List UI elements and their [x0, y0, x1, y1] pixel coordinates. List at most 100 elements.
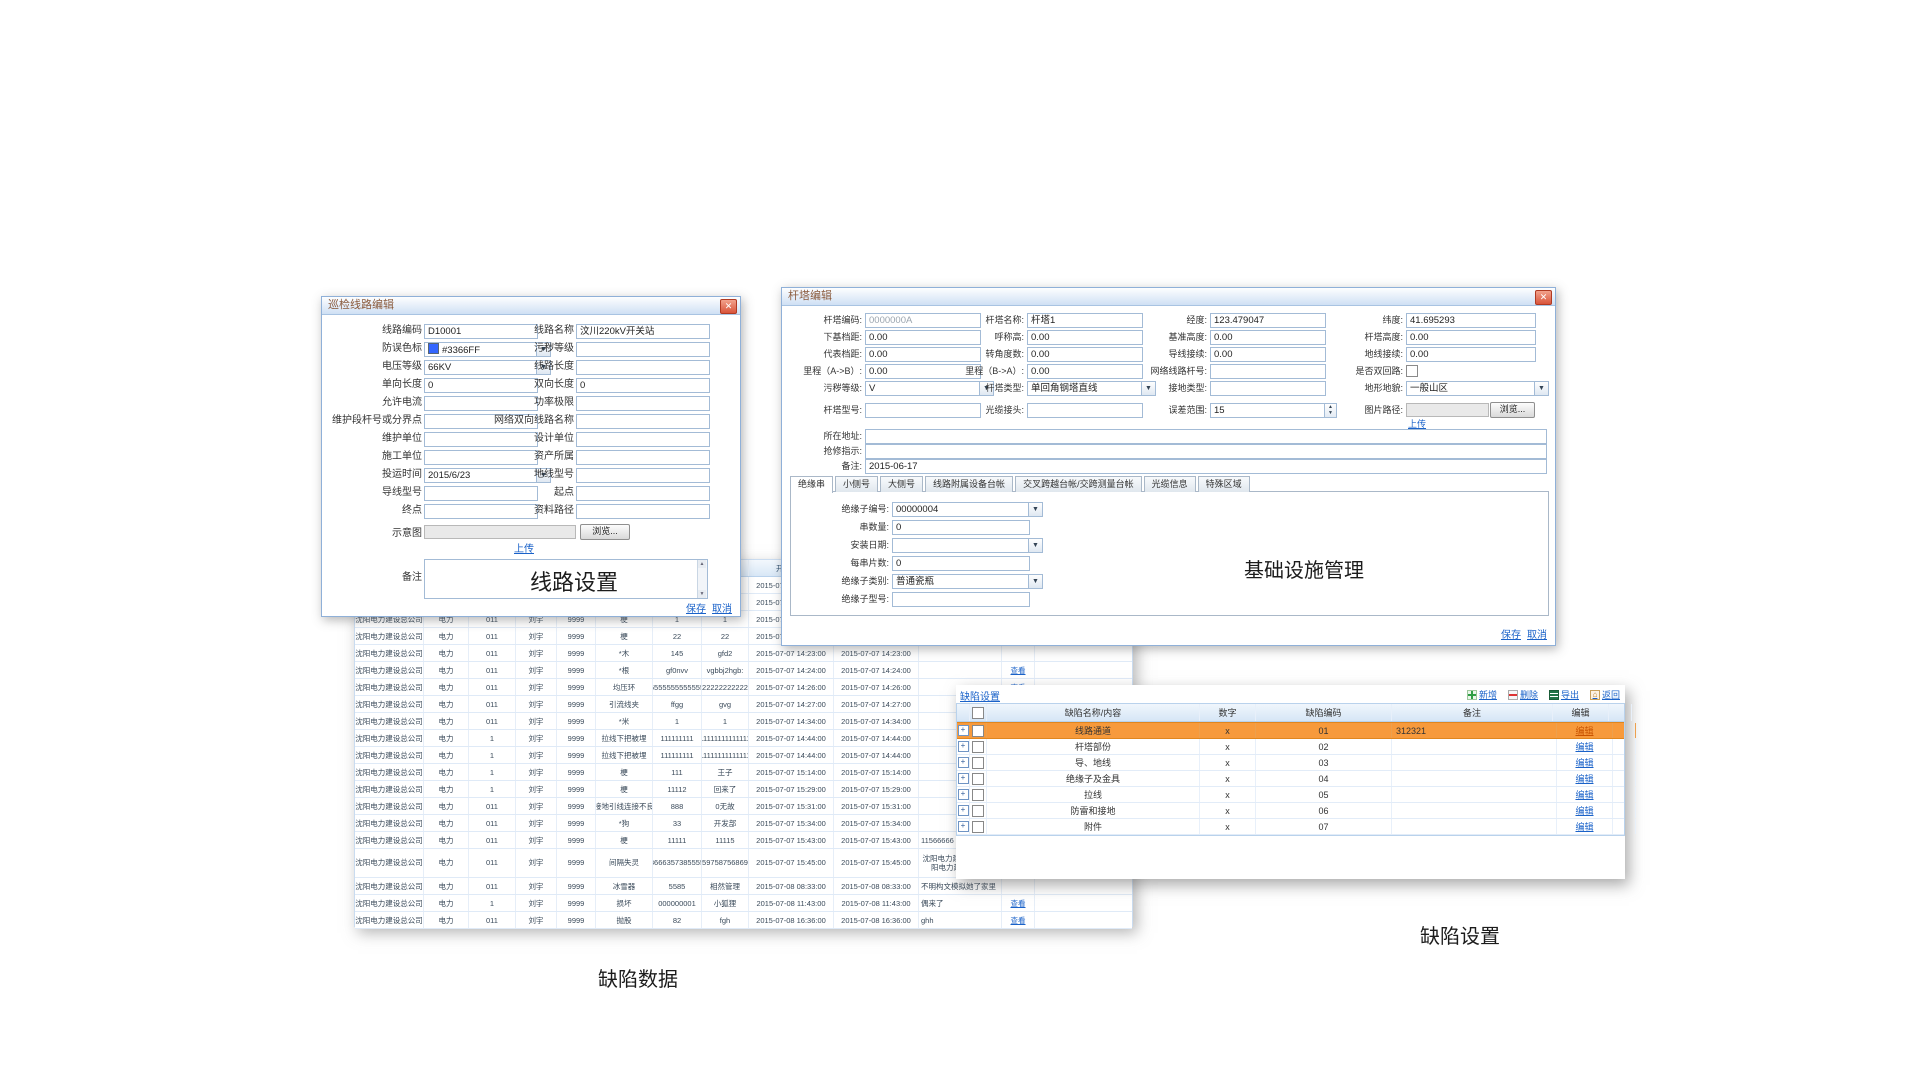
edit-link[interactable]: 编辑: [1575, 788, 1593, 801]
row-checkbox[interactable]: [972, 757, 984, 769]
toolbar-back-button[interactable]: ⌂返回: [1590, 688, 1620, 701]
edit-link[interactable]: 编辑: [1575, 804, 1593, 817]
upload-link[interactable]: 上传: [514, 540, 534, 555]
defect-row[interactable]: +导、地线x03编辑: [957, 755, 1624, 771]
form-field-input[interactable]: [1210, 381, 1326, 396]
defect-code-cell: 06: [1256, 803, 1392, 818]
edit-link[interactable]: 编辑: [1575, 772, 1593, 785]
save-button[interactable]: 保存: [686, 600, 706, 615]
browse-button[interactable]: 浏览...: [580, 524, 630, 540]
form-field-input[interactable]: 0: [892, 520, 1030, 535]
form-field-input[interactable]: [576, 360, 710, 375]
tab-7[interactable]: 特殊区域: [1198, 476, 1250, 492]
toolbar-delete-button[interactable]: 删除: [1508, 688, 1538, 701]
form-field-input[interactable]: 0.00: [1406, 347, 1536, 362]
form-field-value: 0.00: [1031, 332, 1050, 343]
tab-1[interactable]: 绝缘串: [790, 476, 833, 493]
row-checkbox[interactable]: [972, 725, 984, 737]
form-field-input[interactable]: [576, 414, 710, 429]
cancel-button[interactable]: 取消: [712, 600, 732, 615]
column-header: 编辑: [1553, 704, 1609, 721]
close-icon[interactable]: ✕: [720, 299, 737, 314]
expand-icon[interactable]: +: [958, 757, 969, 768]
row-checkbox[interactable]: [972, 805, 984, 817]
expand-icon[interactable]: +: [958, 725, 969, 736]
tab-6[interactable]: 光缆信息: [1144, 476, 1196, 492]
form-field-input[interactable]: [576, 468, 710, 483]
tab-5[interactable]: 交叉跨越台帐/交跨测量台帐: [1015, 476, 1142, 492]
close-icon[interactable]: ✕: [1535, 290, 1552, 305]
toolbar-add-button[interactable]: 新增: [1467, 688, 1497, 701]
defect-row[interactable]: +附件x07编辑: [957, 819, 1624, 835]
tab-4[interactable]: 线路附属设备台帐: [925, 476, 1013, 492]
expand-icon[interactable]: +: [958, 821, 969, 832]
browse-button[interactable]: 浏览...: [1490, 402, 1535, 418]
expand-icon[interactable]: +: [958, 773, 969, 784]
chevron-down-icon[interactable]: ▼: [1534, 382, 1548, 395]
row-checkbox[interactable]: [972, 773, 984, 785]
defect-row[interactable]: +绝缘子及金具x04编辑: [957, 771, 1624, 787]
chevron-down-icon[interactable]: ▼: [1028, 503, 1042, 516]
form-field-input[interactable]: [576, 504, 710, 519]
expand-icon[interactable]: +: [958, 805, 969, 816]
form-field-input[interactable]: 41.695293: [1406, 313, 1536, 328]
chevron-down-icon[interactable]: ▼: [1028, 575, 1042, 588]
form-field-select[interactable]: 普通瓷瓶▼: [892, 574, 1043, 589]
defect-row[interactable]: +杆塔部份x02编辑: [957, 739, 1624, 755]
expand-icon[interactable]: +: [958, 741, 969, 752]
defect-row[interactable]: +防雷和接地x06编辑: [957, 803, 1624, 819]
form-field-input[interactable]: 15▲▼: [1210, 403, 1337, 418]
form-field-input[interactable]: 0: [576, 378, 710, 393]
form-field-input[interactable]: [1210, 364, 1326, 379]
form-field-input[interactable]: 0.00: [1027, 364, 1143, 379]
edit-link[interactable]: 编辑: [1575, 820, 1593, 833]
tab-3[interactable]: 大侧号: [880, 476, 923, 492]
form-field-input[interactable]: [576, 342, 710, 357]
view-link[interactable]: 查看: [1011, 898, 1026, 909]
defect-row[interactable]: +线路通道x01312321编辑: [957, 722, 1624, 739]
expand-icon[interactable]: +: [958, 789, 969, 800]
save-button[interactable]: 保存: [1501, 626, 1521, 641]
select-all-checkbox[interactable]: [972, 707, 984, 719]
row-checkbox[interactable]: [972, 789, 984, 801]
form-field-input[interactable]: 0.00: [1027, 330, 1143, 345]
cancel-button[interactable]: 取消: [1527, 626, 1547, 641]
form-field-select[interactable]: 一般山区▼: [1406, 381, 1549, 396]
form-field-input[interactable]: 123.479047: [1210, 313, 1326, 328]
textarea-scrollbar[interactable]: ▲ ▼: [697, 560, 707, 598]
row-checkbox[interactable]: [972, 741, 984, 753]
scroll-up-icon[interactable]: ▲: [698, 560, 706, 568]
form-field-input[interactable]: [865, 444, 1547, 459]
form-checkbox[interactable]: [1406, 365, 1418, 377]
form-field-input[interactable]: 杆塔1: [1027, 313, 1143, 328]
view-link[interactable]: 查看: [1011, 915, 1026, 926]
form-field-input[interactable]: 0.00: [1210, 347, 1326, 362]
view-link[interactable]: 查看: [1011, 665, 1026, 676]
edit-link[interactable]: 编辑: [1575, 756, 1593, 769]
form-field-input[interactable]: [1027, 403, 1143, 418]
form-field-input[interactable]: 0.00: [1210, 330, 1326, 345]
form-field-input[interactable]: [576, 486, 710, 501]
form-field-input[interactable]: 0.00: [1406, 330, 1536, 345]
defect-row[interactable]: +拉线x05编辑: [957, 787, 1624, 803]
form-field-input[interactable]: [892, 592, 1030, 607]
form-field-input[interactable]: 2015-06-17: [865, 459, 1547, 474]
form-field-select[interactable]: 00000004▼: [892, 502, 1043, 517]
form-field-input[interactable]: 0: [892, 556, 1030, 571]
table-cell: 电力: [424, 747, 469, 763]
form-field-input[interactable]: 汶川220kV开关站: [576, 324, 710, 339]
form-field-input[interactable]: [576, 432, 710, 447]
edit-link[interactable]: 编辑: [1575, 724, 1593, 737]
tab-2[interactable]: 小侧号: [835, 476, 878, 492]
edit-link[interactable]: 编辑: [1575, 740, 1593, 753]
toolbar-export-button[interactable]: 导出: [1549, 688, 1579, 701]
defect-settings-title-link[interactable]: 缺陷设置: [960, 688, 1000, 703]
form-field-input[interactable]: 0.00: [1027, 347, 1143, 362]
form-field-input[interactable]: [865, 429, 1547, 444]
scroll-down-icon[interactable]: ▼: [698, 590, 706, 598]
chevron-down-icon[interactable]: ▼: [1028, 539, 1042, 552]
row-checkbox[interactable]: [972, 821, 984, 833]
form-field-select[interactable]: ▼: [892, 538, 1043, 553]
form-field-input[interactable]: [576, 450, 710, 465]
form-field-input[interactable]: [576, 396, 710, 411]
